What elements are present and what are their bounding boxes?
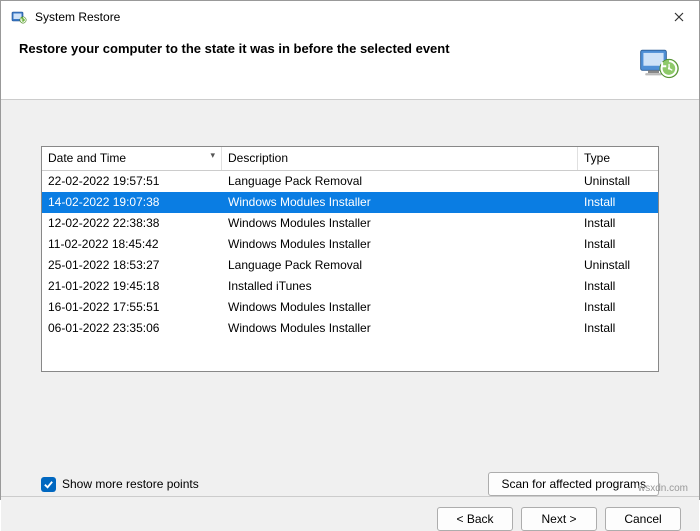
restore-hero-icon — [637, 41, 681, 85]
show-more-checkbox[interactable]: Show more restore points — [41, 477, 199, 492]
cell-desc: Language Pack Removal — [222, 171, 578, 192]
cell-desc: Installed iTunes — [222, 276, 578, 297]
table-header: Date and Time ▾ Description Type — [42, 147, 658, 171]
cell-date: 22-02-2022 19:57:51 — [42, 171, 222, 192]
cell-type: Install — [578, 192, 658, 213]
cell-desc: Language Pack Removal — [222, 255, 578, 276]
table-row[interactable]: 06-01-2022 23:35:06Windows Modules Insta… — [42, 318, 658, 339]
cell-date: 06-01-2022 23:35:06 — [42, 318, 222, 339]
table-row[interactable]: 16-01-2022 17:55:51Windows Modules Insta… — [42, 297, 658, 318]
show-more-label: Show more restore points — [62, 477, 199, 491]
column-date-label: Date and Time — [48, 151, 126, 165]
table-body: 22-02-2022 19:57:51Language Pack Removal… — [42, 171, 658, 339]
column-desc-label: Description — [228, 151, 288, 165]
column-type-label: Type — [584, 151, 610, 165]
cell-type: Install — [578, 318, 658, 339]
cell-type: Uninstall — [578, 255, 658, 276]
cell-type: Install — [578, 234, 658, 255]
cell-type: Install — [578, 297, 658, 318]
close-button[interactable] — [669, 7, 689, 27]
cell-date: 11-02-2022 18:45:42 — [42, 234, 222, 255]
table-row[interactable]: 25-01-2022 18:53:27Language Pack Removal… — [42, 255, 658, 276]
cell-date: 14-02-2022 19:07:38 — [42, 192, 222, 213]
cell-desc: Windows Modules Installer — [222, 213, 578, 234]
cell-type: Uninstall — [578, 171, 658, 192]
back-button[interactable]: < Back — [437, 507, 513, 531]
cell-type: Install — [578, 276, 658, 297]
cell-desc: Windows Modules Installer — [222, 297, 578, 318]
content-area: Date and Time ▾ Description Type 22-02-2… — [1, 100, 699, 460]
column-description[interactable]: Description — [222, 147, 578, 170]
table-row[interactable]: 22-02-2022 19:57:51Language Pack Removal… — [42, 171, 658, 192]
wizard-footer: < Back Next > Cancel — [1, 496, 699, 531]
scan-affected-button[interactable]: Scan for affected programs — [488, 472, 659, 496]
titlebar: System Restore — [1, 1, 699, 31]
restore-points-table[interactable]: Date and Time ▾ Description Type 22-02-2… — [41, 146, 659, 372]
table-row[interactable]: 12-02-2022 22:38:38Windows Modules Insta… — [42, 213, 658, 234]
window-title: System Restore — [35, 10, 120, 24]
cell-type: Install — [578, 213, 658, 234]
cell-desc: Windows Modules Installer — [222, 318, 578, 339]
cancel-button[interactable]: Cancel — [605, 507, 681, 531]
cell-date: 21-01-2022 19:45:18 — [42, 276, 222, 297]
header: Restore your computer to the state it wa… — [1, 31, 699, 99]
cell-desc: Windows Modules Installer — [222, 234, 578, 255]
column-type[interactable]: Type — [578, 147, 658, 170]
sort-indicator-icon: ▾ — [210, 150, 215, 161]
next-button[interactable]: Next > — [521, 507, 597, 531]
table-row[interactable]: 11-02-2022 18:45:42Windows Modules Insta… — [42, 234, 658, 255]
cell-date: 16-01-2022 17:55:51 — [42, 297, 222, 318]
cell-date: 25-01-2022 18:53:27 — [42, 255, 222, 276]
table-row[interactable]: 21-01-2022 19:45:18Installed iTunesInsta… — [42, 276, 658, 297]
table-footer-row: Show more restore points Scan for affect… — [1, 460, 699, 496]
column-date[interactable]: Date and Time ▾ — [42, 147, 222, 170]
table-row[interactable]: 14-02-2022 19:07:38Windows Modules Insta… — [42, 192, 658, 213]
checkbox-box-icon — [41, 477, 56, 492]
page-heading: Restore your computer to the state it wa… — [19, 41, 450, 56]
system-restore-icon — [11, 9, 27, 25]
cell-desc: Windows Modules Installer — [222, 192, 578, 213]
cell-date: 12-02-2022 22:38:38 — [42, 213, 222, 234]
